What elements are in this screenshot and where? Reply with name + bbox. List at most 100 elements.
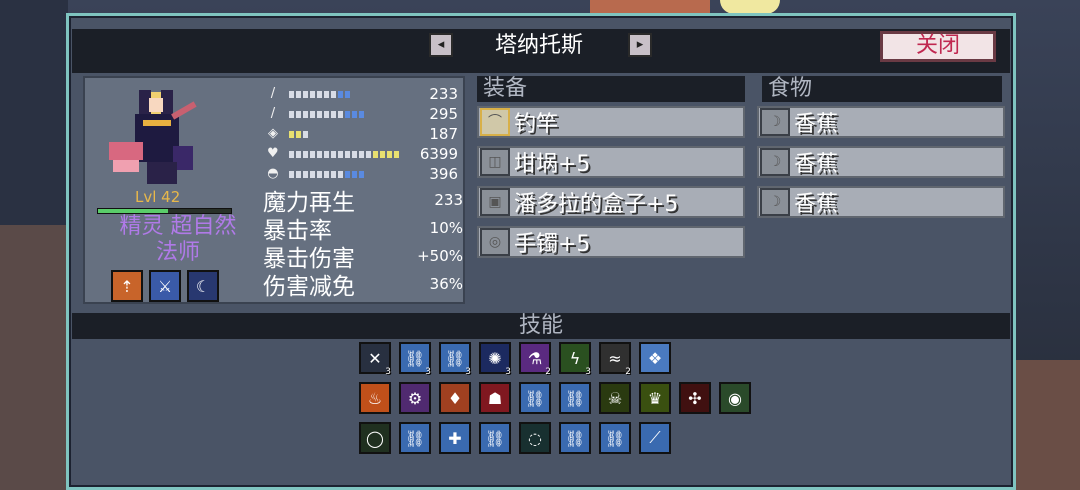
cross-blades-icon[interactable]: ✕ 3 — [359, 342, 391, 377]
chain-icon[interactable]: ⛓ — [479, 422, 511, 454]
substat-value: 36% — [429, 275, 463, 293]
food-slot[interactable]: ☽ 香蕉 — [757, 186, 1005, 218]
skill-glyph: ⟋ — [649, 428, 661, 447]
skull-icon[interactable]: ☠ — [599, 382, 631, 414]
skill-count: 3 — [465, 367, 471, 377]
chain-icon[interactable]: ⛓ — [599, 422, 631, 454]
substat-value: 233 — [434, 191, 463, 209]
skill-glyph: ⚙ — [407, 388, 423, 408]
background-brick-wall — [1012, 360, 1080, 490]
stat-bar — [288, 170, 398, 178]
stat-bar-segment — [316, 110, 322, 118]
stat-bar-segment — [302, 170, 308, 178]
fire-icon[interactable]: ♨ — [359, 382, 391, 414]
shield-sword-icon[interactable]: ⚔ — [149, 270, 181, 302]
class-line-2: 法师 — [155, 240, 200, 265]
moon-icon[interactable]: ☾ — [187, 270, 219, 302]
banana-icon: ☽ — [760, 148, 790, 176]
food-label: 香蕉 — [794, 192, 839, 217]
stat-bar-segment — [295, 110, 301, 118]
character-portrait — [109, 90, 197, 184]
skill-glyph: ♨ — [367, 388, 383, 408]
equipment-label: 钓竿 — [514, 112, 559, 137]
stat-bar-segment — [337, 110, 343, 118]
close-button[interactable]: 关闭 — [880, 31, 996, 62]
spear-icon[interactable]: ⟋ — [639, 422, 671, 454]
vortex-icon[interactable]: ◌ — [519, 422, 551, 454]
skill-glyph: ♦ — [447, 388, 463, 408]
skill-glyph: ✕ — [368, 348, 382, 368]
gear-orb-icon[interactable]: ⚙ — [399, 382, 431, 414]
equipment-label: 手镯+5 — [514, 232, 591, 257]
green-ring-icon[interactable]: ◯ — [359, 422, 391, 454]
chain-red-icon[interactable]: ⛓ — [559, 422, 591, 454]
skill-glyph: ✺ — [488, 348, 502, 368]
stat-bar-segment — [344, 90, 350, 98]
stat-bar-segment — [302, 110, 308, 118]
chain-icon[interactable]: ⛓ 3 — [399, 342, 431, 377]
poison-flask-icon[interactable]: ⚗ 2 — [519, 342, 551, 377]
background-brick-wall — [0, 225, 68, 490]
shadow-claw-icon[interactable]: ≈2 — [599, 342, 631, 377]
red-eye-icon[interactable]: ◉ — [719, 382, 751, 414]
crown-ring-icon[interactable]: ♛ — [639, 382, 671, 414]
blood-bowl-icon[interactable]: ☗ — [479, 382, 511, 414]
stat-bar-segment — [309, 150, 315, 158]
chain-plus-icon[interactable]: ✚ — [439, 422, 471, 454]
sword-icon: / — [270, 86, 276, 101]
skill-row: ◯ ⛓ ✚ ⛓ ◌ ⛓ ⛓ ⟋ — [359, 422, 751, 454]
food-slot[interactable]: ☽ 香蕉 — [757, 106, 1005, 138]
stat-value: 233 — [429, 85, 458, 103]
blue-flame-icon[interactable]: ✺ 3 — [479, 342, 511, 377]
equipment-slot[interactable]: ◫ 坩埚+5 — [477, 146, 745, 178]
chain-icon[interactable]: ⛓ — [519, 382, 551, 414]
ice-crystal-icon[interactable]: ❖ — [639, 342, 671, 374]
skill-count: 3 — [505, 367, 511, 377]
background-sun — [720, 0, 780, 14]
substat-row: 暴击伤害 +50% — [263, 242, 463, 272]
substat-row: 伤害减免 36% — [263, 270, 463, 300]
stat-bar-segment — [372, 150, 378, 158]
skill-glyph: ☠ — [607, 388, 623, 408]
equipment-slot[interactable]: ◎ 手镯+5 — [477, 226, 745, 258]
stat-bar-segment — [309, 110, 315, 118]
skill-glyph: ♛ — [647, 388, 663, 408]
skill-glyph: ◯ — [366, 428, 384, 448]
chain-icon[interactable]: ⛓ — [399, 422, 431, 454]
stat-bar-segment — [316, 90, 322, 98]
axe-upgrade-icon[interactable]: ⇡ — [111, 270, 143, 302]
chain-icon[interactable]: ⛓ 3 — [439, 342, 471, 377]
stat-bar-segment — [337, 150, 343, 158]
stat-bar-segment — [330, 90, 336, 98]
next-character-button[interactable]: ▸ — [628, 33, 652, 57]
stat-bar-segment — [309, 90, 315, 98]
prev-character-button[interactable]: ◂ — [429, 33, 453, 57]
heart-shield-icon[interactable]: ♦ — [439, 382, 471, 414]
food-slot[interactable]: ☽ 香蕉 — [757, 146, 1005, 178]
stat-row: ♥ 6399 — [263, 144, 458, 164]
stat-bar-segment — [351, 170, 357, 178]
equipment-slot[interactable]: ▣ 潘多拉的盒子+5 — [477, 186, 745, 218]
stat-bar-segment — [344, 110, 350, 118]
stat-bar-segment — [351, 110, 357, 118]
red-cluster-icon[interactable]: ✣ — [679, 382, 711, 414]
banana-icon: ☽ — [760, 108, 790, 136]
stat-bar-segment — [323, 150, 329, 158]
equipment-slot[interactable]: ⌒ 钓竿 — [477, 106, 745, 138]
stat-bar-segment — [330, 150, 336, 158]
stat-row: / 233 — [263, 84, 458, 104]
stat-bar-segment — [337, 170, 343, 178]
skill-count: 2 — [625, 367, 631, 377]
skill-glyph: ⚗ — [527, 348, 543, 368]
bracelet-icon: ◎ — [480, 228, 510, 256]
stat-bar-segment — [295, 170, 301, 178]
stat-bar-segment — [288, 150, 294, 158]
stat-bars: / 233 / 295 ◈ 187 ♥ 6399 ◓ 396 — [263, 84, 458, 184]
chain-icon[interactable]: ⛓ — [559, 382, 591, 414]
stat-bar-segment — [323, 170, 329, 178]
green-bolt-icon[interactable]: ϟ3 — [559, 342, 591, 377]
stat-bar — [288, 150, 399, 158]
skill-glyph: ϟ — [569, 348, 581, 368]
stat-bar-segment — [358, 170, 364, 178]
food-label: 香蕉 — [794, 152, 839, 177]
